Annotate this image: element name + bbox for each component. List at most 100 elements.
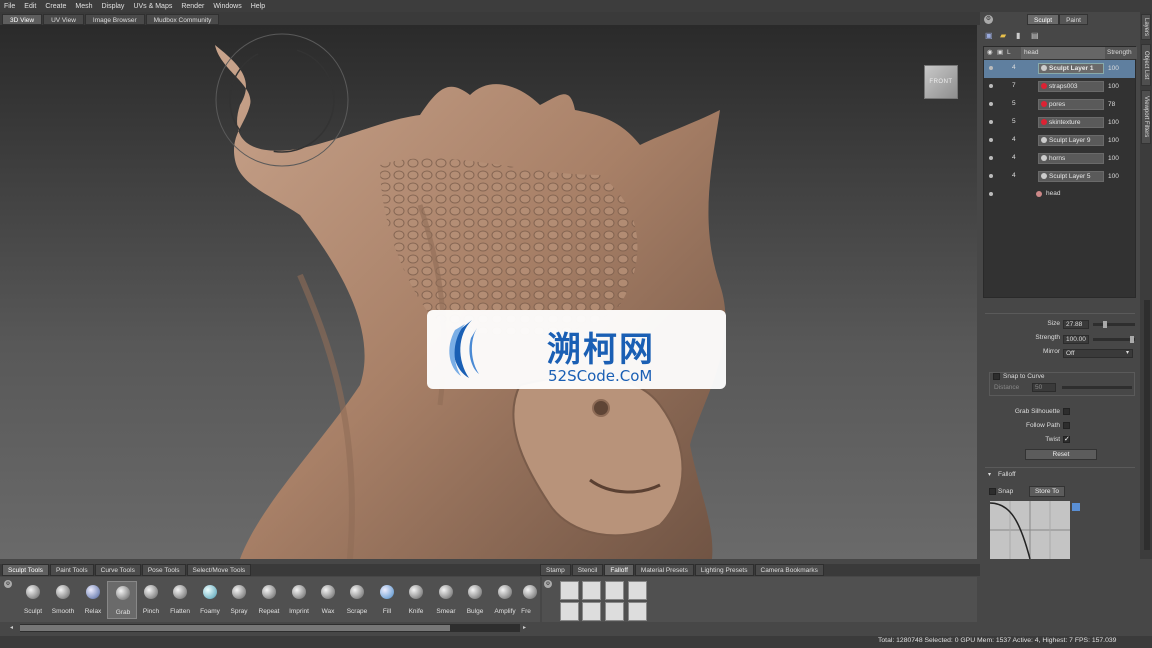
- falloff-options-icon[interactable]: [1072, 503, 1080, 511]
- snap-checkbox[interactable]: [989, 488, 996, 495]
- 3d-viewport[interactable]: FRONT 溯柯网 52SCode.CoM: [0, 25, 977, 559]
- scroll-right-icon[interactable]: ▸: [523, 624, 526, 631]
- layer-strength[interactable]: 78: [1108, 101, 1115, 108]
- tool-smooth[interactable]: Smooth: [48, 581, 78, 619]
- visibility-icon[interactable]: ◉: [987, 47, 997, 59]
- tab-image-browser[interactable]: Image Browser: [84, 14, 145, 25]
- visibility-dot-icon[interactable]: [989, 138, 993, 142]
- visibility-dot-icon[interactable]: [989, 192, 993, 196]
- tab-uv-view[interactable]: UV View: [43, 14, 84, 25]
- viewcube[interactable]: FRONT: [924, 65, 958, 99]
- menu-mesh[interactable]: Mesh: [75, 3, 92, 10]
- tab-falloff[interactable]: Falloff: [604, 564, 634, 576]
- falloff-preset[interactable]: [582, 581, 601, 600]
- tool-knife[interactable]: Knife: [401, 581, 431, 619]
- size-slider[interactable]: [1093, 323, 1135, 326]
- layer-row[interactable]: 4 Sculpt Layer 9 100: [984, 132, 1135, 150]
- size-slider-thumb[interactable]: [1103, 321, 1107, 328]
- tool-sculpt[interactable]: Sculpt: [18, 581, 48, 619]
- follow-path-checkbox[interactable]: [1063, 422, 1070, 429]
- layer-row[interactable]: 5 pores 78: [984, 96, 1135, 114]
- falloff-preset[interactable]: [605, 602, 624, 621]
- layer-strength[interactable]: 100: [1108, 65, 1119, 72]
- layer-name[interactable]: Sculpt Layer 5: [1038, 171, 1104, 182]
- layer-name[interactable]: straps003: [1038, 81, 1104, 92]
- menu-display[interactable]: Display: [101, 3, 124, 10]
- tool-spray[interactable]: Spray: [224, 581, 254, 619]
- strength-field[interactable]: 100.00: [1063, 335, 1089, 344]
- reset-button[interactable]: Reset: [1025, 449, 1097, 460]
- scrollbar-thumb[interactable]: [20, 625, 450, 631]
- tool-grab[interactable]: Grab: [107, 581, 137, 619]
- layer-row[interactable]: 4 Sculpt Layer 5 100: [984, 168, 1135, 186]
- visibility-dot-icon[interactable]: [989, 102, 993, 106]
- visibility-dot-icon[interactable]: [989, 156, 993, 160]
- visibility-dot-icon[interactable]: [989, 174, 993, 178]
- falloff-curve-editor[interactable]: [990, 501, 1070, 559]
- tool-repeat[interactable]: Repeat: [254, 581, 284, 619]
- layer-name[interactable]: horns: [1038, 153, 1104, 164]
- tab-paint-tools[interactable]: Paint Tools: [49, 564, 94, 576]
- lock-icon[interactable]: ▣: [997, 47, 1007, 59]
- menu-windows[interactable]: Windows: [213, 3, 241, 10]
- menu-file[interactable]: File: [4, 3, 15, 10]
- layer-row[interactable]: head: [984, 186, 1135, 204]
- distance-slider[interactable]: [1062, 386, 1132, 389]
- falloff-preset[interactable]: [605, 581, 624, 600]
- merge-layer-icon[interactable]: ▤: [1031, 31, 1039, 40]
- layer-strength[interactable]: 100: [1108, 137, 1119, 144]
- size-field[interactable]: 27.88: [1063, 320, 1089, 329]
- side-tab-object-list[interactable]: Object List: [1141, 44, 1151, 86]
- side-tab-viewport-filters[interactable]: Viewport Filters: [1141, 90, 1151, 144]
- layer-strength[interactable]: 100: [1108, 173, 1119, 180]
- tool-fill[interactable]: Fill: [372, 581, 402, 619]
- tab-sculpt[interactable]: Sculpt: [1027, 14, 1060, 25]
- tool-flatten[interactable]: Flatten: [165, 581, 195, 619]
- tool-imprint[interactable]: Imprint: [284, 581, 314, 619]
- falloff-preset[interactable]: [560, 581, 579, 600]
- tab-material-presets[interactable]: Material Presets: [634, 564, 694, 576]
- layer-name[interactable]: pores: [1038, 99, 1104, 110]
- strength-slider-thumb[interactable]: [1130, 336, 1134, 343]
- col-name-header[interactable]: head: [1021, 47, 1105, 59]
- grab-silhouette-checkbox[interactable]: [1063, 408, 1070, 415]
- layer-row[interactable]: 4 Sculpt Layer 1 100: [984, 60, 1135, 78]
- menu-edit[interactable]: Edit: [24, 3, 36, 10]
- layer-name[interactable]: head: [1046, 190, 1060, 197]
- tab-pose-tools[interactable]: Pose Tools: [141, 564, 186, 576]
- menu-uvs-maps[interactable]: UVs & Maps: [133, 3, 172, 10]
- tray-options-icon[interactable]: ⚙: [4, 580, 12, 588]
- delete-layer-icon[interactable]: ▮: [1016, 31, 1020, 40]
- tab-sculpt-tools[interactable]: Sculpt Tools: [2, 564, 49, 576]
- layer-strength[interactable]: 100: [1108, 119, 1119, 126]
- side-tab-layers[interactable]: Layers: [1141, 14, 1151, 40]
- tab-select-move-tools[interactable]: Select/Move Tools: [186, 564, 252, 576]
- visibility-dot-icon[interactable]: [989, 66, 993, 70]
- tab-stamp[interactable]: Stamp: [540, 564, 571, 576]
- snap-to-curve-checkbox[interactable]: [993, 373, 1000, 380]
- collapse-falloff-icon[interactable]: ▾: [988, 471, 991, 478]
- tool-bulge[interactable]: Bulge: [460, 581, 490, 619]
- tab-lighting-presets[interactable]: Lighting Presets: [694, 564, 754, 576]
- distance-field[interactable]: 50: [1032, 383, 1056, 392]
- menu-create[interactable]: Create: [45, 3, 66, 10]
- falloff-preset[interactable]: [628, 581, 647, 600]
- layer-strength[interactable]: 100: [1108, 83, 1119, 90]
- falloff-preset[interactable]: [628, 602, 647, 621]
- layer-row[interactable]: 4 horns 100: [984, 150, 1135, 168]
- properties-scrollbar[interactable]: [1144, 300, 1150, 550]
- tool-scrape[interactable]: Scrape: [342, 581, 372, 619]
- tool-freeze[interactable]: Fre: [515, 581, 537, 619]
- layer-name[interactable]: Sculpt Layer 1: [1038, 63, 1104, 74]
- folder-icon[interactable]: ▰: [1000, 31, 1006, 40]
- tab-camera-bookmarks[interactable]: Camera Bookmarks: [754, 564, 824, 576]
- tray-options-icon[interactable]: ⚙: [544, 580, 552, 588]
- tool-tray-scrollbar[interactable]: [20, 624, 520, 632]
- tool-foamy[interactable]: Foamy: [195, 581, 225, 619]
- tool-relax[interactable]: Relax: [78, 581, 108, 619]
- panel-options-icon[interactable]: ⚙: [984, 15, 993, 24]
- menu-help[interactable]: Help: [251, 3, 265, 10]
- falloff-preset[interactable]: [560, 602, 579, 621]
- visibility-dot-icon[interactable]: [989, 120, 993, 124]
- layer-name[interactable]: Sculpt Layer 9: [1038, 135, 1104, 146]
